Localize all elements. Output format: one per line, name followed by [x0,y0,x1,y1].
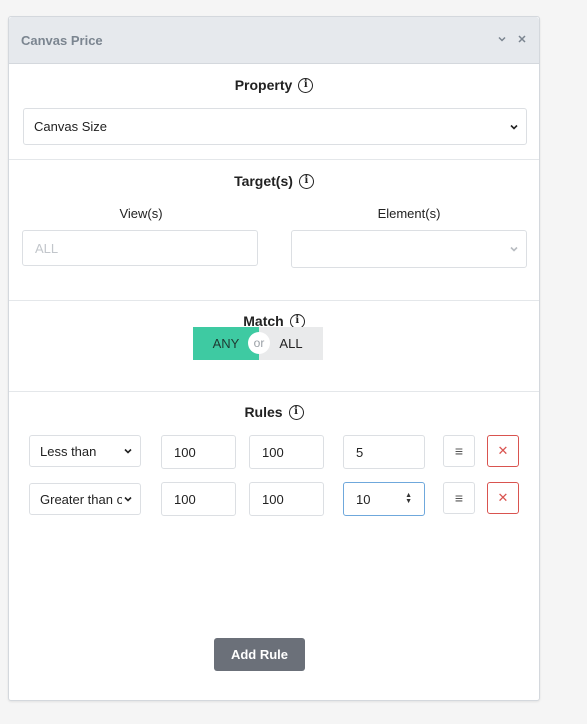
chevron-down-icon [510,246,518,252]
rule-width-input[interactable]: 100 [161,482,236,516]
targets-section: Target(s) i View(s) Element(s) ALL [9,160,539,301]
rule-height-input[interactable]: 100 [249,435,324,469]
elements-label: Element(s) [377,206,441,221]
views-placeholder: ALL [35,240,59,256]
rules-title: Rules [244,404,283,420]
info-icon[interactable]: i [298,173,314,189]
property-title: Property [234,77,293,93]
add-rule-button[interactable]: Add Rule [214,638,305,671]
info-icon[interactable]: i [288,404,304,420]
rule-width-input[interactable]: 100 [161,435,236,469]
rule-condition-value: Less than [40,443,97,459]
rule-price-value: 5 [356,444,364,460]
close-icon: ✕ [497,443,509,458]
property-select[interactable]: Canvas Size [23,108,527,145]
rules-title-row: Rules i [9,392,539,420]
match-or-label: or [248,332,270,354]
property-section: Property i Canvas Size [9,64,539,160]
menu-icon: ≡ [454,443,464,459]
panel-title: Canvas Price [21,32,103,48]
elements-select[interactable] [291,230,527,268]
match-toggle[interactable]: ANY ALL or [193,327,323,360]
chevron-down-icon [124,448,132,454]
rule-condition-select[interactable]: Less than [29,435,141,467]
rule-height-input[interactable]: 100 [249,482,324,516]
property-select-value: Canvas Size [34,119,107,134]
info-icon[interactable]: i [298,77,314,93]
close-icon: ✕ [497,490,509,505]
chevron-down-icon[interactable] [497,33,507,47]
chevron-down-icon [510,124,518,130]
targets-title: Target(s) [234,173,293,189]
rule-delete-button[interactable]: ✕ [487,482,519,514]
rule-delete-button[interactable]: ✕ [487,435,519,467]
rules-section: Rules i [9,392,539,420]
views-label: View(s) [119,206,163,221]
targets-title-row: Target(s) i [9,160,539,189]
rule-width-value: 100 [174,491,196,507]
panel-header: Canvas Price [9,17,539,64]
rule-drag-handle[interactable]: ≡ [443,482,475,514]
rule-price-input[interactable]: 10 ▲ ▼ [343,482,425,516]
rule-drag-handle[interactable]: ≡ [443,435,475,467]
chevron-down-icon [124,496,132,502]
match-title-row: Match i [9,301,539,329]
menu-icon: ≡ [454,490,464,506]
property-title-row: Property i [9,64,539,93]
rule-height-value: 100 [262,444,284,460]
spinner-icon[interactable]: ▲ ▼ [405,492,412,505]
rule-width-value: 100 [174,444,196,460]
rule-condition-value: Greater than o [40,491,122,507]
rule-price-value: 10 [356,491,371,507]
rule-condition-select[interactable]: Greater than o [29,483,141,515]
close-icon[interactable] [517,33,527,47]
rule-height-value: 100 [262,491,284,507]
rule-price-input[interactable]: 5 [343,435,425,469]
views-input[interactable]: ALL [22,230,258,266]
